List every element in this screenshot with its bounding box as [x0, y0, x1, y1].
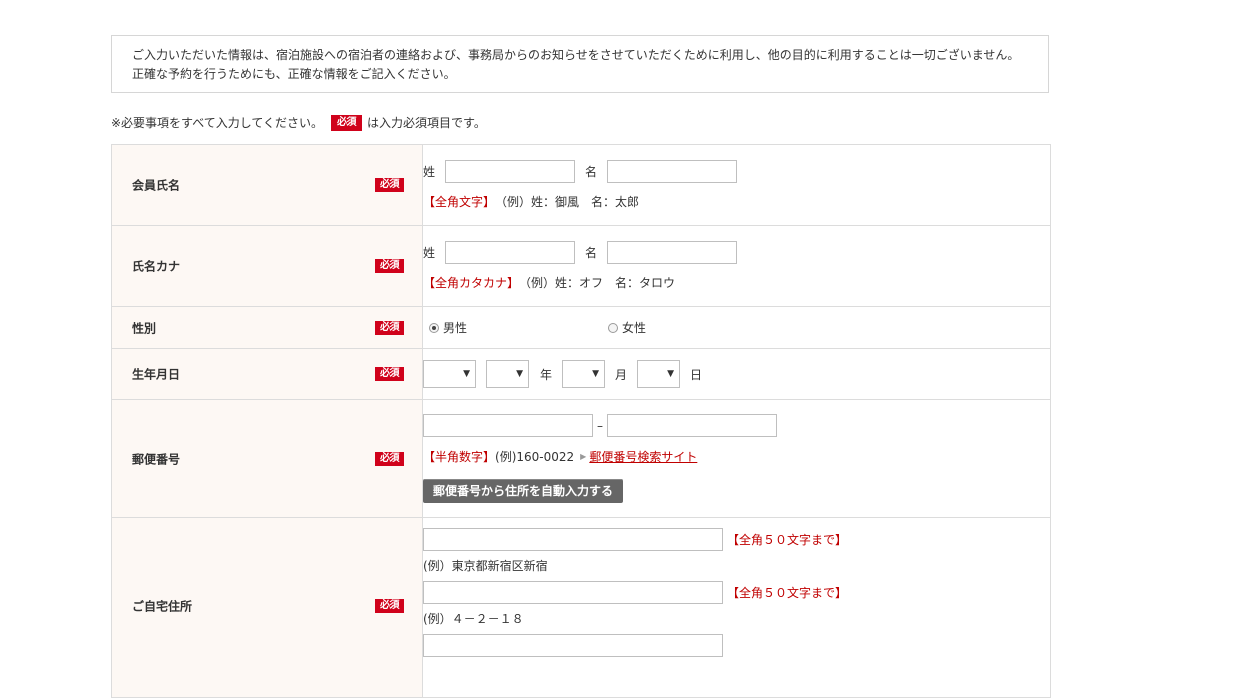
row-member-name: 会員氏名 必須 姓 名 【全角文字】 （例）姓：御風 名：太郎 [111, 144, 1051, 226]
legend-suffix: は入力必須項目です。 [367, 116, 486, 130]
day-unit: 日 [690, 367, 703, 382]
first-kana-input[interactable] [607, 240, 738, 264]
postal-separator: – [597, 418, 603, 433]
birth-year-select[interactable]: ▼ [486, 360, 529, 388]
last-kana-input[interactable] [445, 240, 576, 264]
label-cell: 生年月日 必須 [111, 348, 423, 400]
format-tag: 【全角カタカナ】 [423, 276, 520, 290]
postal-code-second-input[interactable] [607, 414, 777, 437]
month-unit: 月 [615, 367, 628, 382]
field-cell: 男性 女性 [422, 306, 1051, 349]
dropdown-arrow-icon: ▼ [516, 369, 523, 379]
row-postal-code: 郵便番号 必須 – 【半角数字】 (例)160-0022 ▶ 郵便番号検索サイト… [111, 399, 1051, 518]
legend-prefix: ※必要事項をすべて入力してください。 [111, 116, 324, 130]
row-label: 生年月日 [132, 367, 181, 382]
row-home-address: ご自宅住所 必須 【全角５０文字まで】 (例）東京都新宿区新宿 【全角５０文字ま… [111, 517, 1051, 698]
last-name-label: 姓 [423, 164, 436, 179]
gender-male-label: 男性 [443, 321, 468, 335]
label-cell: 会員氏名 必須 [111, 144, 423, 226]
address-line2-input[interactable] [423, 581, 723, 604]
required-badge: 必須 [375, 259, 404, 273]
required-badge: 必須 [375, 367, 404, 381]
required-badge: 必須 [375, 178, 404, 192]
format-tag: 【半角数字】 [423, 449, 496, 464]
address-line3-input[interactable] [423, 634, 723, 657]
label-cell: 郵便番号 必須 [111, 399, 423, 518]
required-badge: 必須 [375, 320, 404, 335]
row-label: 性別 [132, 321, 157, 335]
notice-line-1: ご入力いただいた情報は、宿泊施設への宿泊者の連絡および、事務局からのお知らせをさ… [132, 48, 1020, 62]
first-kana-label: 名 [585, 245, 598, 260]
last-name-input[interactable] [445, 159, 576, 183]
row-label: 会員氏名 [132, 178, 181, 193]
member-form: 会員氏名 必須 姓 名 【全角文字】 （例）姓：御風 名：太郎 氏名カナ 必須 … [111, 144, 1051, 698]
field-cell: – 【半角数字】 (例)160-0022 ▶ 郵便番号検索サイト 郵便番号から住… [422, 399, 1051, 518]
label-cell: ご自宅住所 必須 [111, 517, 423, 698]
notice-line-2: 正確な予約を行うためにも、正確な情報をご記入ください。 [132, 67, 456, 81]
radio-unchecked-icon [608, 322, 619, 333]
required-badge: 必須 [331, 115, 363, 131]
link-arrow-icon: ▶ [580, 451, 587, 461]
required-badge: 必須 [375, 451, 404, 466]
row-gender: 性別 必須 男性 女性 [111, 306, 1051, 349]
dropdown-arrow-icon: ▼ [463, 369, 470, 379]
last-kana-label: 姓 [423, 245, 436, 260]
privacy-notice: ご入力いただいた情報は、宿泊施設への宿泊者の連絡および、事務局からのお知らせをさ… [111, 35, 1049, 93]
address-line1-limit: 【全角５０文字まで】 [727, 533, 848, 547]
first-name-input[interactable] [607, 159, 738, 183]
address-line2-limit: 【全角５０文字まで】 [727, 586, 848, 600]
birth-era-select[interactable]: ▼ [423, 360, 476, 388]
field-cell: ▼ ▼ 年 ▼ 月 ▼ 日 [422, 348, 1051, 400]
gender-female-label: 女性 [622, 321, 647, 335]
row-label: 氏名カナ [132, 259, 181, 274]
address-line1-input[interactable] [423, 528, 723, 551]
example-text: (例)160-0022 [495, 449, 575, 464]
field-cell: 【全角５０文字まで】 (例）東京都新宿区新宿 【全角５０文字まで】 (例）４－２… [422, 517, 1051, 698]
dropdown-arrow-icon: ▼ [592, 369, 600, 379]
field-cell: 姓 名 【全角文字】 （例）姓：御風 名：太郎 [422, 144, 1051, 226]
autofill-address-button[interactable]: 郵便番号から住所を自動入力する [423, 479, 624, 503]
birth-day-select[interactable]: ▼ [637, 360, 681, 388]
postal-code-first-input[interactable] [423, 414, 593, 437]
year-unit: 年 [540, 367, 553, 382]
gender-female-radio[interactable]: 女性 [608, 319, 646, 336]
radio-checked-icon [429, 322, 439, 333]
address-line2-example: (例）４－２－１８ [423, 612, 524, 626]
example-text: （例）姓：御風 名：太郎 [495, 195, 640, 209]
dropdown-arrow-icon: ▼ [667, 369, 675, 379]
row-name-kana: 氏名カナ 必須 姓 名 【全角カタカナ】 （例）姓：オフ 名：タロウ [111, 225, 1051, 307]
example-text: （例）姓：オフ 名：タロウ [519, 276, 676, 290]
address-line1-example: (例）東京都新宿区新宿 [423, 559, 548, 573]
postal-search-link[interactable]: 郵便番号検索サイト [589, 448, 697, 465]
format-tag: 【全角文字】 [423, 195, 496, 209]
row-label: 郵便番号 [132, 452, 181, 466]
row-birthday: 生年月日 必須 ▼ ▼ 年 ▼ 月 ▼ 日 [111, 348, 1051, 400]
row-label: ご自宅住所 [132, 599, 193, 614]
first-name-label: 名 [585, 164, 598, 179]
required-legend: ※必要事項をすべて入力してください。 必須 は入力必須項目です。 [111, 115, 486, 131]
birth-month-select[interactable]: ▼ [562, 360, 606, 388]
label-cell: 氏名カナ 必須 [111, 225, 423, 307]
required-badge: 必須 [375, 599, 404, 613]
field-cell: 姓 名 【全角カタカナ】 （例）姓：オフ 名：タロウ [422, 225, 1051, 307]
gender-male-radio[interactable]: 男性 [429, 319, 467, 336]
label-cell: 性別 必須 [111, 306, 423, 349]
